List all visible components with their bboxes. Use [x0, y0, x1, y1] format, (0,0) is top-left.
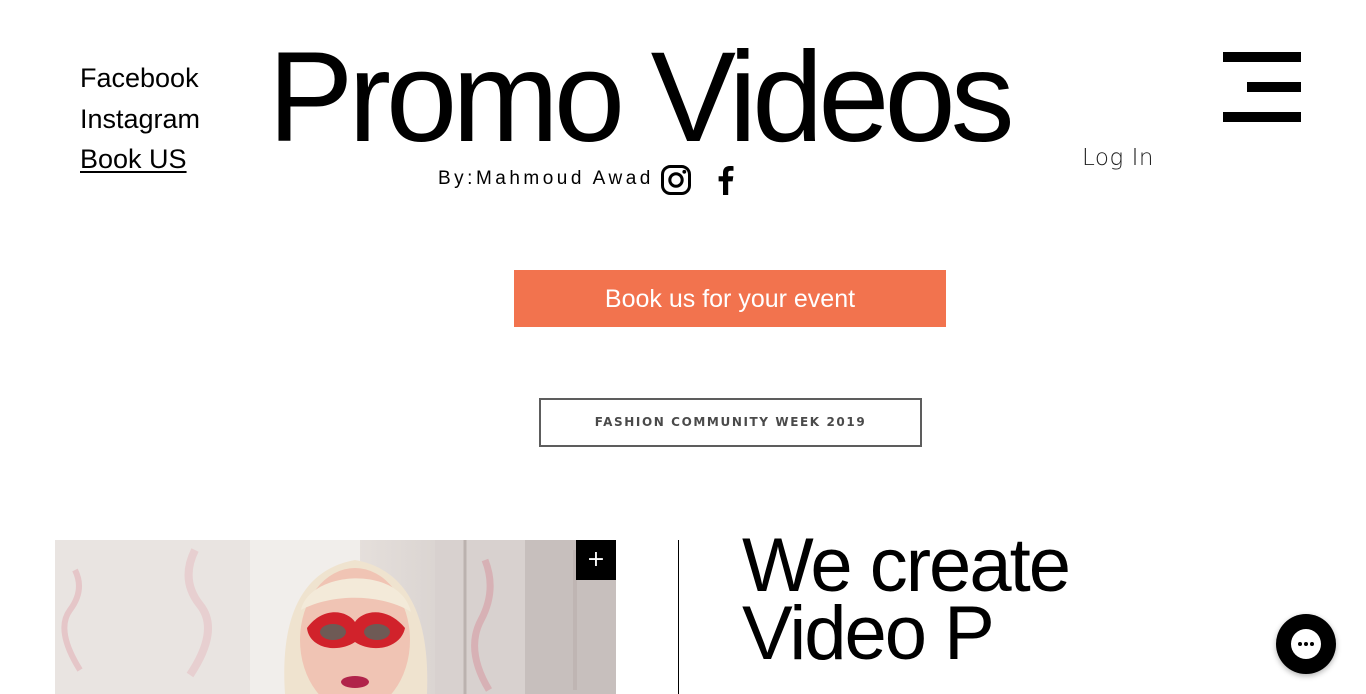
menu-bar [1247, 82, 1301, 92]
nav-link-facebook[interactable]: Facebook [80, 58, 200, 99]
chat-bubble [1291, 629, 1321, 659]
page: Facebook Instagram Book US Promo Videos … [0, 0, 1366, 694]
site-title[interactable]: Promo Videos [268, 30, 1015, 166]
expand-button[interactable]: + [576, 540, 616, 580]
nav-link-book-us[interactable]: Book US [80, 139, 200, 180]
facebook-icon[interactable] [710, 164, 742, 196]
nav-link-instagram[interactable]: Instagram [80, 99, 200, 140]
book-event-button[interactable]: Book us for your event [514, 270, 946, 327]
left-nav: Facebook Instagram Book US [80, 58, 200, 180]
instagram-icon[interactable] [660, 164, 692, 196]
chat-dot [1298, 642, 1302, 646]
chat-bubble-icon[interactable] [1276, 614, 1336, 674]
vertical-divider [678, 540, 679, 694]
menu-bar [1223, 52, 1301, 62]
hamburger-menu-icon[interactable] [1222, 50, 1302, 124]
login-button[interactable]: Log In [1082, 145, 1154, 171]
fashion-week-button[interactable]: Fashion Community Week 2019 [539, 398, 922, 447]
headline: We create Video P [742, 523, 1071, 676]
menu-bar [1223, 112, 1301, 122]
photo-illustration [55, 540, 616, 694]
chat-dot [1304, 642, 1308, 646]
byline: By:Mahmoud Awad [438, 168, 654, 189]
chat-dot [1310, 642, 1314, 646]
gallery-photo[interactable] [55, 540, 616, 694]
